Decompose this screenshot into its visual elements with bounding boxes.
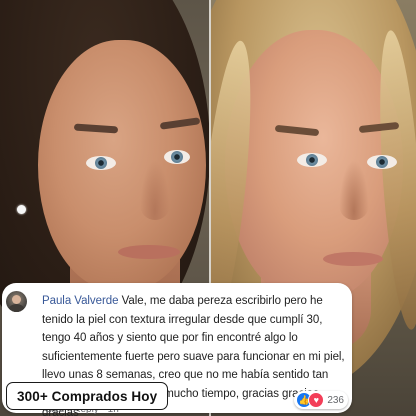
purchases-badge: 300+ Comprados Hoy: [6, 382, 169, 410]
left-eye: [86, 156, 116, 170]
comment-author-link[interactable]: Paula Valverde: [42, 295, 119, 307]
left-eye: [297, 153, 327, 167]
lips: [323, 252, 383, 266]
reaction-count: 236: [327, 394, 344, 406]
reactions-summary[interactable]: 👍 ♥ 236: [294, 391, 348, 409]
avatar[interactable]: [6, 291, 27, 312]
before-after-ad: Paula Valverde Vale, me daba pereza escr…: [0, 0, 416, 416]
earring: [17, 205, 26, 214]
nose: [140, 160, 170, 220]
right-eye: [367, 155, 397, 169]
nose: [339, 160, 369, 220]
love-icon: ♥: [308, 392, 325, 408]
lips: [118, 245, 180, 259]
